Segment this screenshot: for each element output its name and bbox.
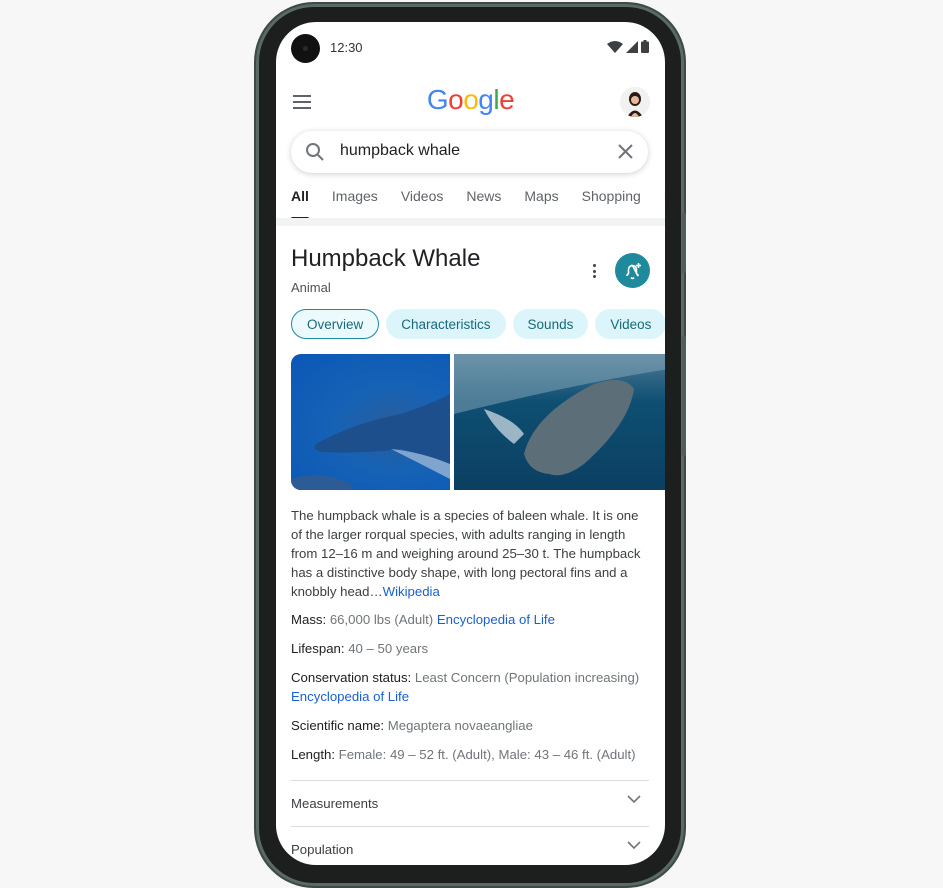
fact-mass: Mass: 66,000 lbs (Adult) Encyclopedia of…	[291, 610, 651, 629]
avatar[interactable]	[620, 87, 650, 117]
chip-videos[interactable]: Videos	[595, 309, 665, 339]
search-bar[interactable]: humpback whale	[291, 131, 648, 173]
clear-icon[interactable]	[617, 143, 634, 160]
signal-icon	[626, 41, 638, 53]
description-text: The humpback whale is a species of balee…	[291, 508, 641, 599]
more-options-icon[interactable]	[588, 262, 600, 280]
section-label: Measurements	[291, 796, 379, 811]
fact-value: Female: 49 – 52 ft. (Adult), Male: 43 – …	[335, 747, 636, 762]
google-logo[interactable]: Google	[276, 84, 665, 116]
fact-label: Length:	[291, 747, 335, 762]
entity-title: Humpback Whale	[291, 245, 481, 272]
logo-letter: e	[499, 84, 515, 115]
whale-image-1[interactable]	[291, 354, 450, 490]
chevron-down-icon[interactable]	[627, 841, 641, 850]
fact-value: 66,000 lbs (Adult)	[326, 612, 437, 627]
fact-conservation-status: Conservation status: Least Concern (Popu…	[291, 668, 651, 706]
entity-description: The humpback whale is a species of balee…	[291, 506, 651, 601]
topic-chips: Overview Characteristics Sounds Videos	[291, 309, 665, 339]
whale-image-2[interactable]	[454, 354, 665, 490]
section-label: Population	[291, 842, 354, 857]
fact-label: Conservation status:	[291, 670, 412, 685]
fact-scientific-name: Scientific name: Megaptera novaeangliae	[291, 716, 651, 735]
tab-books-partial[interactable]: B	[664, 188, 665, 214]
tabs-divider	[276, 218, 665, 226]
fact-length: Length: Female: 49 – 52 ft. (Adult), Mal…	[291, 745, 651, 764]
tab-news[interactable]: News	[466, 188, 501, 214]
fact-value: Megaptera novaeangliae	[384, 718, 533, 733]
fact-value: Least Concern (Population increasing)	[411, 670, 640, 685]
battery-icon	[641, 40, 649, 53]
tab-maps[interactable]: Maps	[524, 188, 558, 214]
logo-letter: g	[478, 84, 494, 115]
fact-value: 40 – 50 years	[344, 641, 429, 656]
image-carousel	[291, 354, 665, 490]
search-icon[interactable]	[305, 142, 325, 162]
fact-label: Scientific name:	[291, 718, 385, 733]
fact-label: Lifespan:	[291, 641, 345, 656]
entity-type: Animal	[291, 280, 331, 295]
section-measurements[interactable]: Measurements	[291, 780, 649, 827]
wikipedia-link[interactable]: Wikipedia	[383, 584, 440, 599]
search-tabs: All Images Videos News Maps Shopping B	[291, 188, 665, 220]
chip-overview[interactable]: Overview	[291, 309, 380, 339]
logo-letter: G	[426, 84, 449, 115]
tab-images[interactable]: Images	[332, 188, 378, 214]
fact-lifespan: Lifespan: 40 – 50 years	[291, 639, 651, 658]
fact-label: Mass:	[291, 612, 327, 627]
status-time: 12:30	[330, 40, 363, 55]
chip-sounds[interactable]: Sounds	[512, 309, 589, 339]
tab-all[interactable]: All	[291, 188, 309, 220]
follow-button[interactable]	[615, 253, 650, 288]
phone-volume-button	[682, 213, 686, 273]
source-link[interactable]: Encyclopedia of Life	[291, 689, 409, 704]
source-link[interactable]: Encyclopedia of Life	[437, 612, 555, 627]
status-bar: 12:30	[276, 22, 665, 72]
search-input[interactable]: humpback whale	[340, 142, 460, 160]
phone-power-button	[682, 336, 686, 456]
logo-letter: o	[463, 84, 479, 115]
phone-screen: 12:30 Google humpback whale All Images V…	[276, 22, 665, 865]
logo-letter: o	[448, 84, 464, 115]
tab-shopping[interactable]: Shopping	[582, 188, 641, 214]
front-camera	[291, 34, 320, 63]
wifi-icon	[607, 41, 623, 53]
fact-list: Mass: 66,000 lbs (Adult) Encyclopedia of…	[291, 610, 651, 774]
tab-videos[interactable]: Videos	[401, 188, 444, 214]
chip-characteristics[interactable]: Characteristics	[386, 309, 506, 339]
app-header: Google	[276, 82, 665, 122]
chevron-down-icon[interactable]	[627, 795, 641, 804]
section-population[interactable]: Population	[291, 826, 649, 865]
bell-add-icon	[625, 262, 641, 279]
